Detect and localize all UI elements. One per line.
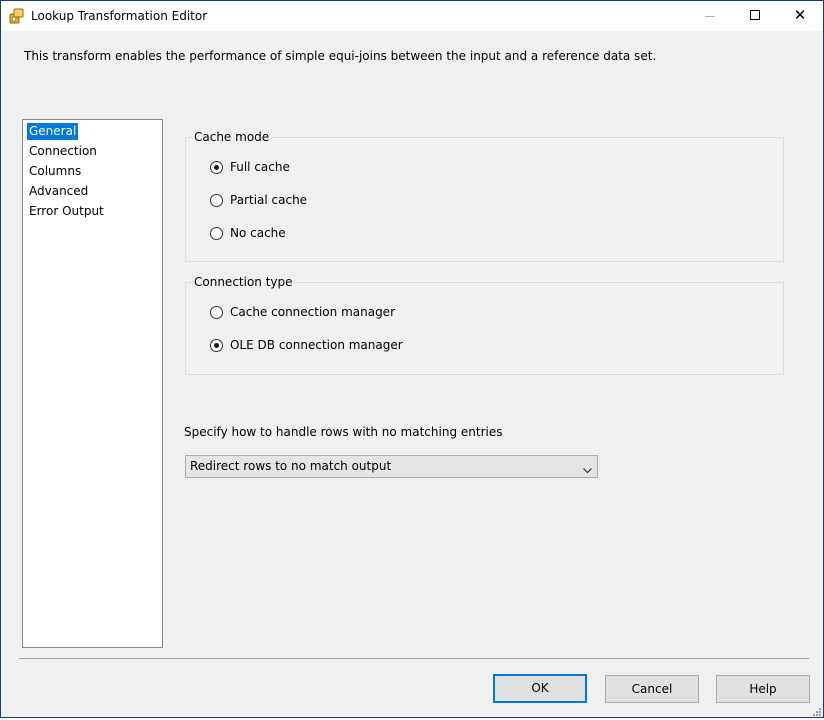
radio-circle [210,194,223,207]
radio-no-cache[interactable]: No cache [210,226,510,242]
close-button[interactable]: ✕ [777,1,823,31]
radio-label: OLE DB connection manager [230,338,403,352]
radio-circle [210,161,223,174]
nav-item-columns[interactable]: Columns [27,163,83,180]
nav-item-error-output[interactable]: Error Output [27,203,106,220]
help-button[interactable]: Help [716,675,810,703]
radio-cache-connection-manager[interactable]: Cache connection manager [210,305,510,321]
radio-circle [210,227,223,240]
ok-button[interactable]: OK [493,674,587,703]
connection-type-group [185,282,784,375]
no-match-dropdown[interactable]: Redirect rows to no match output [185,455,598,478]
window-title: Lookup Transformation Editor [31,9,208,23]
maximize-button[interactable] [732,1,778,31]
lookup-transformation-editor-window: Lookup Transformation Editor ✕ This tran… [0,0,824,718]
cache-mode-legend: Cache mode [192,130,272,144]
radio-label: Partial cache [230,193,308,207]
radio-label: No cache [230,226,286,240]
nav-item-general[interactable]: General [27,123,79,140]
footer-separator [19,658,809,659]
radio-label: Cache connection manager [230,305,395,319]
app-icon [9,8,25,24]
title-bar[interactable]: Lookup Transformation Editor ✕ [1,1,823,31]
resize-grip-icon[interactable] [812,706,822,716]
radio-selected-dot [214,165,219,170]
radio-oledb-connection-manager[interactable]: OLE DB connection manager [210,338,510,354]
connection-type-legend: Connection type [192,275,295,289]
radio-partial-cache[interactable]: Partial cache [210,193,510,209]
close-icon: ✕ [793,6,807,24]
nav-item-connection[interactable]: Connection [27,143,99,160]
minimize-icon [705,16,715,17]
transform-description: This transform enables the performance o… [24,49,657,63]
radio-label: Full cache [230,160,290,174]
cancel-button[interactable]: Cancel [605,675,699,703]
radio-selected-dot [214,343,219,348]
radio-circle [210,306,223,319]
maximize-icon [750,10,760,20]
minimize-button[interactable] [687,1,733,31]
no-match-label: Specify how to handle rows with no match… [184,425,503,439]
page-list: General Connection Columns Advanced Erro… [22,119,163,648]
radio-circle [210,339,223,352]
chevron-down-icon [583,463,592,474]
radio-full-cache[interactable]: Full cache [210,160,510,176]
no-match-selected-value: Redirect rows to no match output [190,459,392,473]
nav-item-advanced[interactable]: Advanced [27,183,90,200]
